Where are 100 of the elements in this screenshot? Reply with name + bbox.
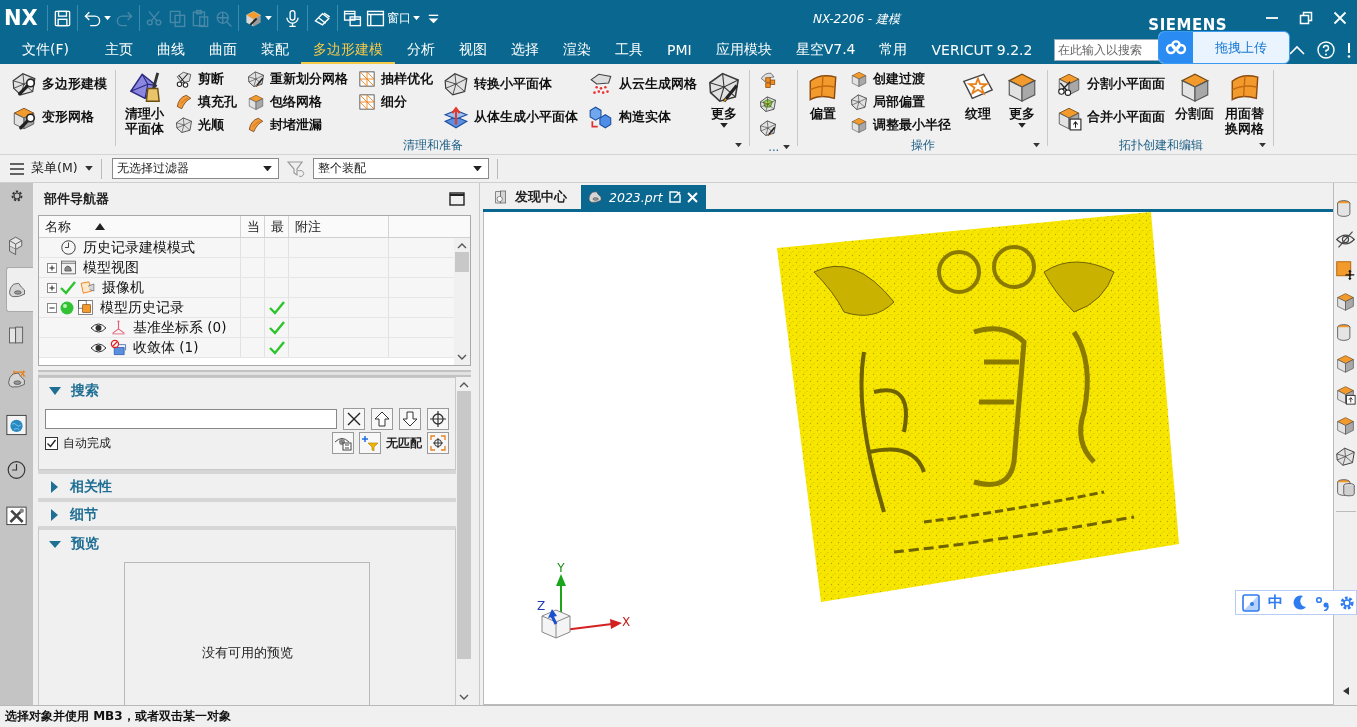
settings-icon[interactable]: [1339, 594, 1355, 611]
ribbon-button[interactable]: 转换小平面体: [443, 73, 579, 96]
document-tab[interactable]: 发现中心: [487, 185, 575, 209]
column-header[interactable]: 附注: [295, 217, 321, 236]
ribbon-button[interactable]: 多边形建模: [11, 73, 107, 96]
previous-button[interactable]: [371, 408, 393, 430]
document-tab[interactable]: 2023.prt: [581, 185, 706, 209]
show-results-button[interactable]: [332, 432, 354, 454]
ribbon-button[interactable]: 分割面: [1170, 68, 1220, 136]
ribbon-button[interactable]: 局部偏置: [850, 91, 952, 113]
ribbon-button[interactable]: 清理小平面体: [119, 68, 171, 136]
maximize-icon[interactable]: [449, 192, 465, 206]
ribbon-button[interactable]: 从体生成小平面体: [443, 106, 579, 129]
locate-button[interactable]: [427, 408, 449, 430]
checkbox[interactable]: [45, 436, 58, 450]
ribbon-button[interactable]: 分割小平面面: [1056, 73, 1166, 96]
eye-icon[interactable]: [90, 341, 107, 354]
menu-tab[interactable]: 渲染: [551, 36, 603, 64]
view-tool-button[interactable]: [1334, 445, 1357, 467]
column-header[interactable]: 最: [271, 217, 284, 236]
expand-arrow-icon[interactable]: [1342, 687, 1349, 695]
ribbon-button[interactable]: 合并小平面面: [1056, 106, 1166, 129]
section-header[interactable]: 预览: [45, 530, 455, 558]
ribbon-button[interactable]: 抽样优化: [358, 68, 434, 90]
close-icon[interactable]: [686, 191, 698, 203]
menu-tab[interactable]: 星空V7.4: [783, 36, 868, 64]
ribbon-button[interactable]: 从云生成网格: [588, 73, 698, 96]
eye-icon[interactable]: [90, 321, 107, 334]
skin-icon[interactable]: [1242, 593, 1260, 612]
locate-result-button[interactable]: [427, 432, 449, 454]
scrollbar[interactable]: [454, 238, 470, 365]
section-header[interactable]: 相关性: [44, 474, 112, 500]
ribbon-button[interactable]: 更多: [702, 68, 747, 136]
menu-tab[interactable]: 曲面: [197, 36, 249, 64]
main-menu-button[interactable]: 菜单(M): [10, 160, 93, 177]
menu-tab[interactable]: VERICUT 9.2.2: [919, 36, 1045, 64]
command-search-field[interactable]: 在此输入以搜索: [1054, 39, 1161, 61]
scroll-thumb[interactable]: [455, 252, 469, 272]
tree-node[interactable]: 摄像机: [102, 278, 144, 297]
menu-tab[interactable]: 视图: [447, 36, 499, 64]
input-mode-button[interactable]: 中: [1268, 593, 1283, 612]
ribbon-button[interactable]: 纹理: [956, 68, 1001, 136]
menu-tab[interactable]: PMI: [655, 36, 704, 64]
section-header[interactable]: 搜索: [45, 378, 99, 404]
mesh-brush-icon: [127, 70, 162, 104]
scroll-up-icon[interactable]: [458, 381, 469, 388]
menu-tab[interactable]: 工具: [603, 36, 655, 64]
next-button[interactable]: [399, 408, 421, 430]
expand-icon[interactable]: [47, 262, 57, 273]
menu-tab[interactable]: 曲线: [145, 36, 197, 64]
upload-widget[interactable]: 拖拽上传: [1158, 31, 1290, 64]
cube-icon: [850, 70, 869, 88]
tree-node[interactable]: 模型视图: [83, 258, 139, 277]
group-label: ...: [768, 140, 780, 154]
scroll-up-icon[interactable]: [457, 242, 467, 249]
ribbon-button[interactable]: 创建过渡: [850, 68, 952, 90]
search-field[interactable]: [45, 409, 337, 429]
tree-node[interactable]: 模型历史记录: [100, 298, 184, 317]
ribbon-button[interactable]: 构造实体: [588, 106, 698, 129]
ribbon-button[interactable]: 重新划分网格: [247, 68, 349, 90]
scroll-down-icon[interactable]: [458, 694, 469, 701]
ribbon-button[interactable]: 封堵泄漏: [247, 114, 349, 136]
help-button[interactable]: [1315, 39, 1337, 61]
ribbon-button[interactable]: 用面替换网格: [1219, 68, 1271, 136]
view-tool-button[interactable]: [1334, 383, 1357, 405]
ribbon-icon-button[interactable]: [758, 118, 779, 138]
scroll-down-icon[interactable]: [457, 354, 467, 361]
tree-node[interactable]: 收敛体 (1): [133, 338, 199, 357]
menu-tab[interactable]: 装配: [249, 36, 301, 64]
ribbon-button[interactable]: 调整最小半径: [850, 114, 952, 136]
view-tool-button[interactable]: [1334, 259, 1357, 281]
menu-tab[interactable]: 主页: [93, 36, 145, 64]
ribbon-button[interactable]: 填充孔: [175, 91, 238, 113]
axis-label: X: [621, 615, 631, 629]
moon-icon[interactable]: [1291, 594, 1307, 611]
collapse-icon[interactable]: [47, 302, 57, 313]
column-header[interactable]: 当: [247, 217, 260, 236]
menu-tab[interactable]: 多边形建模: [301, 36, 395, 64]
ribbon-button[interactable]: 更多: [1000, 68, 1045, 136]
expand-icon[interactable]: [47, 282, 57, 293]
ribbon-button[interactable]: 变形网格: [11, 106, 107, 129]
clear-button[interactable]: [343, 408, 365, 430]
ribbon-button[interactable]: 光顺: [175, 114, 238, 136]
window-menu-button[interactable]: 窗口: [363, 4, 422, 32]
ribbon-button[interactable]: 剪断: [175, 68, 238, 90]
ribbon-icon-button[interactable]: [758, 94, 779, 114]
menu-tab[interactable]: 分析: [395, 36, 447, 64]
menu-tab[interactable]: 选择: [499, 36, 551, 64]
menu-tab[interactable]: 应用模块: [703, 36, 784, 64]
menu-tab[interactable]: 常用: [867, 36, 920, 64]
menu-tab[interactable]: 文件(F): [10, 36, 81, 64]
type-filter-dropdown[interactable]: 无选择过滤器: [111, 158, 279, 179]
ribbon-button[interactable]: 包络网格: [247, 91, 349, 113]
punctuation-icon[interactable]: [1315, 594, 1331, 611]
ribbon-button[interactable]: 细分: [358, 91, 434, 113]
column-header[interactable]: 名称: [45, 217, 71, 236]
scope-filter-dropdown[interactable]: 整个装配: [312, 158, 489, 179]
ribbon-button[interactable]: 偏置: [801, 68, 846, 136]
scroll-thumb[interactable]: [456, 391, 471, 659]
section-header[interactable]: 细节: [44, 502, 98, 528]
